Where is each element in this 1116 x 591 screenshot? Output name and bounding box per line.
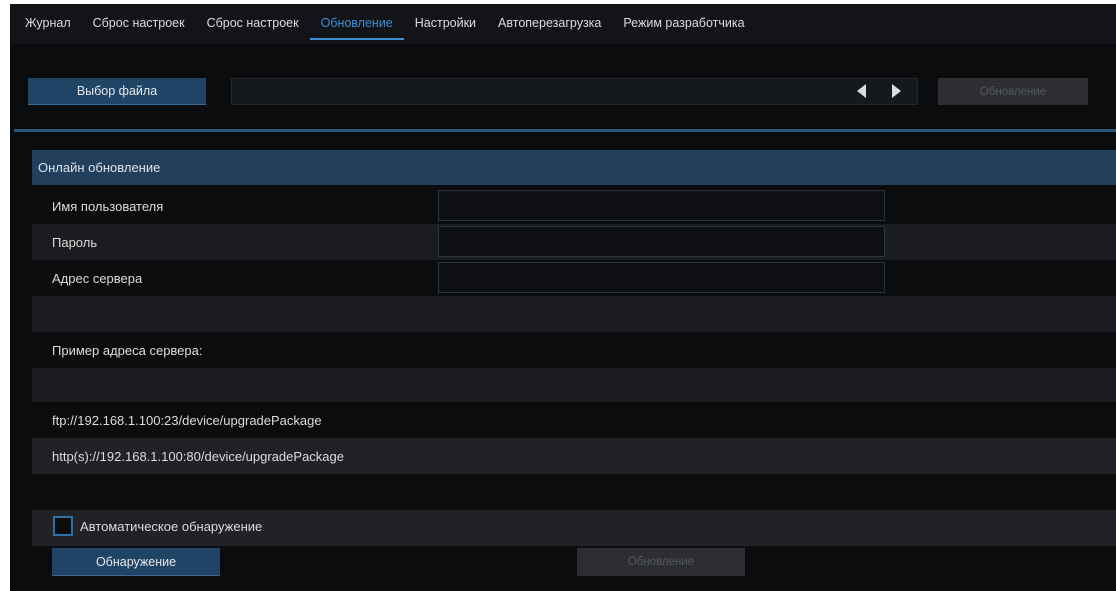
prev-file-icon[interactable] bbox=[857, 84, 866, 98]
select-file-button[interactable]: Выбор файла bbox=[28, 78, 206, 105]
section-divider bbox=[14, 129, 1116, 132]
tab-reset-settings[interactable]: Сброс настроек bbox=[196, 4, 310, 40]
spacer-row bbox=[32, 474, 1116, 510]
file-path-field[interactable] bbox=[231, 78, 918, 105]
server-address-label: Адрес сервера bbox=[52, 270, 143, 286]
password-label: Пароль bbox=[52, 234, 98, 250]
tab-auto-reboot[interactable]: Автоперезагрузка bbox=[487, 4, 612, 40]
tab-log[interactable]: Журнал bbox=[14, 4, 82, 40]
tab-developer-mode[interactable]: Режим разработчика bbox=[612, 4, 755, 40]
example-ftp-text: ftp://192.168.1.100:23/device/upgradePac… bbox=[52, 412, 322, 428]
tab-settings[interactable]: Настройки bbox=[404, 4, 487, 40]
tab-bar: Журнал Сброс настроек Сброс настроек Обн… bbox=[10, 4, 1116, 44]
next-file-icon[interactable] bbox=[892, 84, 901, 98]
auto-detect-checkbox[interactable] bbox=[53, 516, 73, 536]
spacer-row bbox=[32, 368, 1116, 404]
server-address-input[interactable] bbox=[438, 262, 885, 293]
online-update-button[interactable]: Обновление bbox=[577, 548, 745, 576]
spacer-row bbox=[32, 296, 1116, 332]
example-http-row: http(s)://192.168.1.100:80/device/upgrad… bbox=[32, 438, 1116, 474]
online-update-header: Онлайн обновление bbox=[32, 150, 1116, 185]
auto-detect-label: Автоматическое обнаружение bbox=[80, 518, 263, 534]
server-example-title-row: Пример адреса сервера: bbox=[32, 332, 1116, 368]
tab-factory-reset[interactable]: Сброс настроек bbox=[82, 4, 196, 40]
example-ftp-row: ftp://192.168.1.100:23/device/upgradePac… bbox=[32, 402, 1116, 438]
file-update-button[interactable]: Обновление bbox=[938, 78, 1088, 105]
upgrade-window: Журнал Сброс настроек Сброс настроек Обн… bbox=[10, 4, 1116, 591]
server-example-label: Пример адреса сервера: bbox=[52, 342, 203, 358]
username-input[interactable] bbox=[438, 190, 885, 221]
tab-upgrade[interactable]: Обновление bbox=[309, 4, 404, 40]
username-label: Имя пользователя bbox=[52, 198, 164, 214]
password-input[interactable] bbox=[438, 226, 885, 257]
detect-button[interactable]: Обнаружение bbox=[52, 548, 220, 576]
example-http-text: http(s)://192.168.1.100:80/device/upgrad… bbox=[52, 448, 344, 464]
